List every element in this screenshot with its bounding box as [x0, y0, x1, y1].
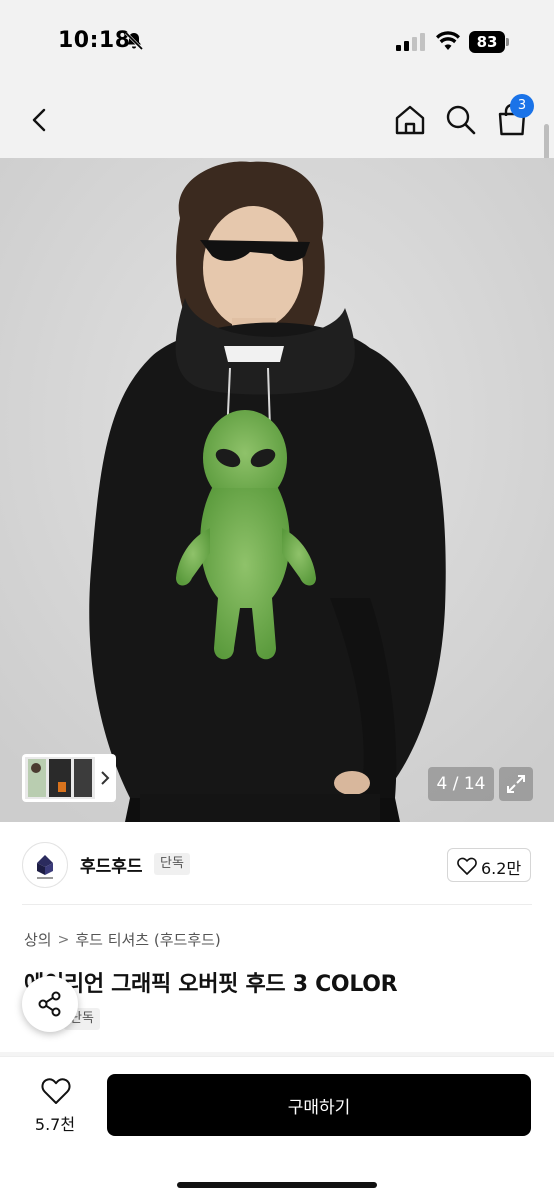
- status-time: 10:18: [58, 28, 131, 53]
- nav-bar: 3: [0, 82, 554, 158]
- cart-button[interactable]: 3: [494, 94, 534, 138]
- wishlist-count: 5.7천: [34, 1115, 76, 1134]
- search-button[interactable]: [443, 102, 479, 138]
- back-button[interactable]: [24, 104, 56, 136]
- share-icon: [38, 991, 61, 1017]
- divider: [22, 904, 532, 905]
- battery-level: 83: [469, 31, 505, 53]
- brand-like-button[interactable]: 6.2만: [447, 848, 531, 882]
- brand-row: 후드후드 단독 6.2만: [0, 822, 554, 906]
- search-icon: [446, 105, 476, 135]
- home-indicator: [177, 1182, 377, 1188]
- share-button[interactable]: [22, 976, 78, 1032]
- status-bar: 10:18 83: [0, 0, 554, 82]
- thumbnail-images: [25, 757, 110, 799]
- product-title: 에이리언 그래픽 오버핏 후드 3 COLOR: [24, 972, 398, 997]
- buy-button[interactable]: 구매하기: [107, 1074, 531, 1136]
- brand-like-count: 6.2만: [481, 859, 522, 878]
- product-image-gallery[interactable]: 4 / 14: [0, 158, 554, 822]
- breadcrumb-category[interactable]: 상의: [24, 929, 52, 950]
- expand-button[interactable]: [499, 767, 533, 801]
- brand-logo-icon: [37, 855, 53, 879]
- breadcrumb-subcategory[interactable]: 후드 티셔츠 (후드후드): [75, 929, 220, 950]
- battery-tip: [506, 38, 509, 46]
- cellular-signal-icon: [396, 33, 425, 51]
- image-counter: 4 / 14: [428, 767, 494, 801]
- expand-icon: [507, 775, 525, 793]
- chevron-left-icon: [32, 108, 46, 132]
- breadcrumb-separator: >: [57, 931, 70, 948]
- brand-logo[interactable]: [22, 842, 68, 888]
- home-icon: [395, 105, 425, 135]
- cart-count-badge: 3: [510, 94, 534, 118]
- battery-indicator: 83: [469, 31, 509, 53]
- heart-icon: [41, 1078, 71, 1104]
- exclusive-badge: 단독: [154, 853, 190, 875]
- bottom-action-bar: 5.7천 구매하기: [0, 1056, 554, 1200]
- brand-name[interactable]: 후드후드: [80, 852, 143, 877]
- wifi-icon: [436, 31, 460, 50]
- bell-slash-icon: [124, 31, 144, 51]
- home-button[interactable]: [392, 102, 428, 138]
- wishlist-button[interactable]: 5.7천: [22, 1073, 88, 1137]
- product-photo: [0, 158, 554, 822]
- heart-icon: [457, 857, 477, 875]
- breadcrumb: 상의 > 후드 티셔츠 (후드후드): [24, 929, 221, 950]
- thumbnail-strip[interactable]: [22, 754, 116, 802]
